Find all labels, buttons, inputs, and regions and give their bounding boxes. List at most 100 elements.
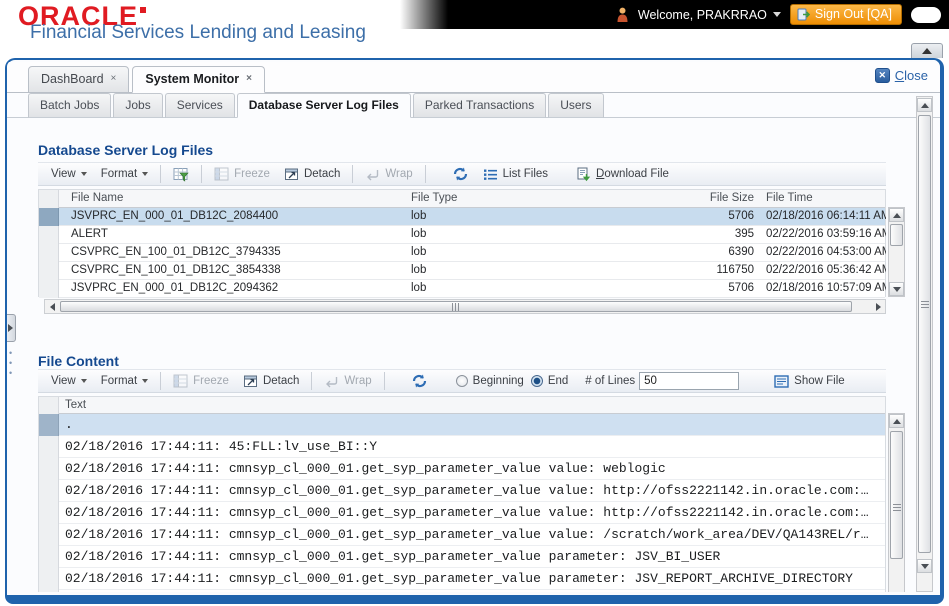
refresh-button[interactable] [445, 163, 476, 185]
subtab-label: Batch Jobs [40, 98, 100, 112]
format-menu-button[interactable]: Format [94, 372, 155, 390]
tab-close-icon[interactable]: × [246, 74, 252, 84]
sub-tabs: Batch Jobs Jobs Services Database Server… [28, 93, 604, 118]
welcome-menu[interactable]: Welcome, PRAKRRAO [638, 8, 781, 22]
log-files-table-body: JSVPRC_EN_000_01_DB12C_2084400 lob 5706 … [39, 208, 886, 298]
file-content-row[interactable]: 02/18/2016 17:44:11: cmnsyp_cl_000_01.ge… [39, 590, 885, 592]
download-file-button[interactable]: Download File [569, 164, 676, 185]
scrollbar-thumb[interactable] [890, 431, 903, 559]
file-content-row[interactable]: 02/18/2016 17:44:11: cmnsyp_cl_000_01.ge… [39, 458, 885, 480]
column-header-file-size[interactable]: File Size [691, 190, 758, 207]
scroll-down-button[interactable] [917, 559, 932, 573]
query-by-example-button[interactable] [166, 164, 196, 185]
scroll-up-button[interactable] [889, 414, 904, 428]
file-content-row[interactable]: 02/18/2016 17:44:11: cmnsyp_cl_000_01.ge… [39, 524, 885, 546]
doc-tabs: DashBoard × System Monitor × [28, 66, 265, 93]
log-file-row[interactable]: JSVPRC_EN_000_01_DB12C_2094362 lob 5706 … [39, 280, 886, 298]
arrow-right-icon [875, 302, 881, 311]
panel-splitter-button[interactable] [7, 314, 16, 342]
show-file-icon [774, 374, 789, 388]
scroll-down-button[interactable] [889, 282, 904, 296]
log-file-row[interactable]: JSVPRC_EN_000_01_DB12C_2084400 lob 5706 … [39, 208, 886, 226]
close-button[interactable]: ✕ Close [874, 68, 928, 83]
subtab-users[interactable]: Users [548, 93, 604, 118]
column-header-text[interactable]: Text [65, 397, 86, 413]
show-file-button[interactable]: Show File [767, 372, 852, 391]
file-content-row[interactable]: . [39, 414, 885, 436]
column-header-file-type[interactable]: File Type [411, 190, 457, 207]
scrollbar-thumb[interactable] [918, 115, 931, 553]
cell-file-time: 02/22/2016 03:59:16 AM [766, 228, 886, 240]
log-files-horizontal-scrollbar[interactable] [44, 299, 886, 314]
chevron-down-icon [80, 172, 87, 176]
freeze-label: Freeze [234, 168, 270, 180]
file-content-row[interactable]: 02/18/2016 17:44:11: cmnsyp_cl_000_01.ge… [39, 480, 885, 502]
beginning-radio[interactable]: Beginning [449, 375, 531, 387]
cell-file-time: 02/22/2016 05:36:42 AM [766, 264, 886, 276]
view-menu-button[interactable]: View [44, 165, 94, 183]
app-tagline: Financial Services Lending and Leasing [30, 22, 366, 43]
detach-button[interactable]: Detach [277, 164, 347, 184]
file-content-row[interactable]: 02/18/2016 17:44:11: cmnsyp_cl_000_01.ge… [39, 568, 885, 590]
arrow-up-icon [920, 102, 929, 108]
app-header: ORACLE Financial Services Lending and Le… [0, 0, 949, 46]
scroll-up-button[interactable] [917, 98, 932, 112]
cell-file-name: JSVPRC_EN_000_01_DB12C_2094362 [71, 282, 279, 294]
wrap-label: Wrap [344, 375, 372, 387]
subtab-services[interactable]: Services [164, 93, 235, 118]
view-menu-button[interactable]: View [44, 372, 94, 390]
scrollbar-thumb[interactable] [60, 301, 852, 312]
page-scroll-up-button[interactable] [911, 43, 943, 58]
cell-log-text: 02/18/2016 17:44:11: cmnsyp_cl_000_01.ge… [65, 505, 869, 520]
page-vertical-scrollbar[interactable] [916, 96, 933, 592]
oval-indicator[interactable] [911, 6, 941, 23]
scroll-right-button[interactable] [871, 300, 885, 313]
wrap-button[interactable]: Wrap [317, 372, 378, 391]
freeze-icon [173, 374, 188, 388]
close-label: Close [894, 68, 928, 83]
freeze-button[interactable]: Freeze [207, 164, 277, 184]
freeze-button[interactable]: Freeze [166, 371, 236, 391]
cell-file-size: 6390 [728, 246, 754, 258]
detach-button[interactable]: Detach [236, 371, 306, 391]
tab-close-icon[interactable]: × [111, 74, 117, 84]
subtab-batch-jobs[interactable]: Batch Jobs [28, 93, 112, 118]
list-files-button[interactable]: List Files [476, 165, 555, 184]
log-file-row[interactable]: CSVPRC_EN_100_01_DB12C_3794335 lob 6390 … [39, 244, 886, 262]
subtab-database-server-log-files[interactable]: Database Server Log Files [236, 93, 411, 118]
log-file-row[interactable]: CSVPRC_EN_100_01_DB12C_3854338 lob 11675… [39, 262, 886, 280]
format-menu-label: Format [100, 168, 138, 180]
scrollbar-grip [452, 303, 460, 311]
refresh-icon [452, 166, 469, 182]
sign-out-button[interactable]: Sign Out [QA] [789, 4, 902, 25]
lines-count-input[interactable] [639, 372, 740, 390]
scroll-left-button[interactable] [45, 300, 59, 313]
file-content-row[interactable]: 02/18/2016 17:44:11: cmnsyp_cl_000_01.ge… [39, 502, 885, 524]
log-file-row[interactable]: ALERT lob 395 02/22/2016 03:59:16 AM [39, 226, 886, 244]
log-files-section-title: Database Server Log Files [38, 142, 214, 158]
end-radio[interactable]: End [530, 375, 575, 387]
wrap-button[interactable]: Wrap [358, 165, 419, 184]
file-content-row[interactable]: 02/18/2016 17:44:11: 45:FLL:lv_use_BI::Y [39, 436, 885, 458]
scrollbar-thumb[interactable] [890, 224, 903, 246]
column-header-file-name[interactable]: File Name [71, 190, 123, 207]
row-gutter [39, 590, 59, 592]
subtab-parked-transactions[interactable]: Parked Transactions [412, 93, 547, 118]
screen: ORACLE Financial Services Lending and Le… [0, 0, 949, 606]
log-files-vertical-scrollbar[interactable] [888, 207, 905, 297]
show-file-label: Show File [794, 375, 845, 387]
welcome-text: Welcome, PRAKRRAO [637, 7, 767, 22]
tab-system-monitor[interactable]: System Monitor × [132, 66, 265, 93]
format-menu-button[interactable]: Format [94, 165, 155, 183]
subtab-label: Jobs [125, 98, 151, 112]
file-content-row[interactable]: 02/18/2016 17:44:11: cmnsyp_cl_000_01.ge… [39, 546, 885, 568]
cell-file-name: JSVPRC_EN_000_01_DB12C_2084400 [71, 210, 279, 222]
subtab-jobs[interactable]: Jobs [113, 93, 163, 118]
scroll-up-button[interactable] [889, 208, 904, 222]
refresh-button[interactable] [404, 370, 435, 392]
column-header-file-time[interactable]: File Time [766, 190, 813, 207]
file-content-toolbar: View Format Freeze Detach Wrap Beginning… [38, 369, 886, 393]
tab-dashboard[interactable]: DashBoard × [28, 66, 130, 93]
file-content-vertical-scrollbar[interactable] [888, 413, 905, 592]
file-content-table-header: Text [39, 397, 885, 414]
